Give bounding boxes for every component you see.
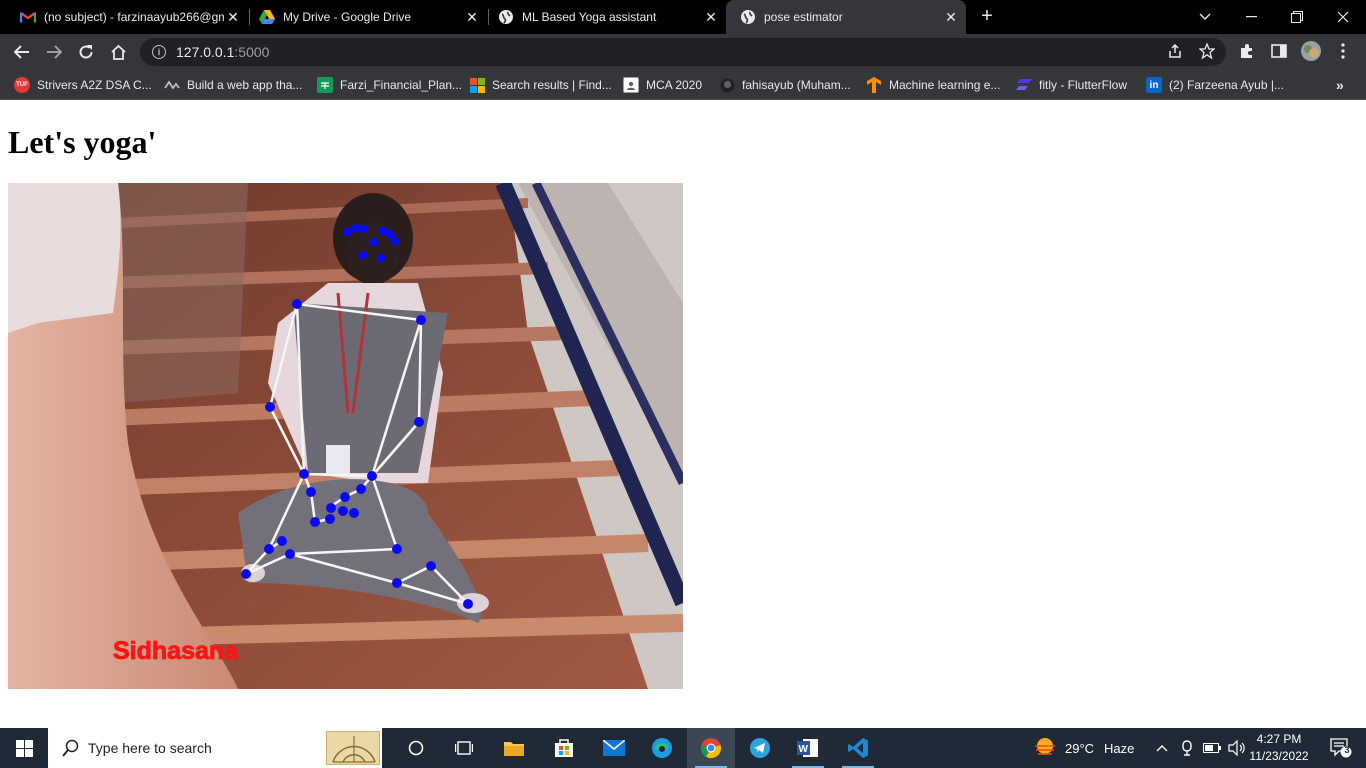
- microsoft-icon: [469, 77, 485, 93]
- meet-now-icon[interactable]: [1181, 728, 1195, 768]
- forward-button[interactable]: [42, 40, 66, 64]
- bookmark-label: fitly - FlutterFlow: [1039, 78, 1128, 92]
- bookmark-label: (2) Farzeena Ayub |...: [1169, 78, 1284, 92]
- extensions-icon[interactable]: [1236, 40, 1258, 62]
- search-placeholder: Type here to search: [88, 740, 212, 756]
- site-info-icon[interactable]: i: [152, 45, 166, 59]
- svg-text:W: W: [799, 744, 809, 755]
- notification-count-badge: 3: [1344, 745, 1350, 755]
- taskbar-search-box[interactable]: Type here to search: [48, 728, 382, 768]
- minimize-button[interactable]: [1228, 0, 1274, 34]
- tab-title: (no subject) - farzinaayub266@gma: [44, 10, 224, 24]
- close-tab-icon[interactable]: ✕: [463, 8, 481, 26]
- weather-condition: Haze: [1104, 740, 1135, 756]
- battery-icon[interactable]: [1203, 728, 1221, 768]
- search-icon: [62, 739, 80, 757]
- bookmark-financial-plan[interactable]: Farzi_Financial_Plan...: [317, 76, 462, 94]
- home-button[interactable]: [106, 40, 130, 64]
- close-tab-icon[interactable]: ✕: [702, 8, 720, 26]
- tab-gmail[interactable]: (no subject) - farzinaayub266@gma ✕: [6, 0, 248, 34]
- bookmark-label: Build a web app tha...: [187, 78, 303, 92]
- tab-search-chevron-icon[interactable]: [1182, 0, 1228, 34]
- bookmark-label: Search results | Find...: [492, 78, 612, 92]
- tab-title: ML Based Yoga assistant: [522, 10, 657, 24]
- microsoft-store-icon[interactable]: [540, 728, 588, 768]
- menu-kebab-icon[interactable]: [1332, 40, 1354, 62]
- linkedin-icon: in: [1146, 77, 1162, 93]
- restore-button[interactable]: [1274, 0, 1320, 34]
- tab-ml-yoga-assistant[interactable]: ML Based Yoga assistant ✕: [484, 0, 726, 34]
- bookmark-build-web-app[interactable]: Build a web app tha...: [164, 76, 302, 94]
- task-view-icon[interactable]: [440, 728, 488, 768]
- system-clock[interactable]: 4:27 PM 11/23/2022: [1244, 731, 1314, 765]
- reload-button[interactable]: [74, 40, 98, 64]
- address-port: :5000: [234, 44, 270, 60]
- windows-start-icon[interactable]: [0, 728, 48, 768]
- windows-taskbar: Type here to search W 29°C Haze 4:27 PM …: [0, 728, 1366, 768]
- bookmark-machine-learning[interactable]: Machine learning e...: [866, 76, 1000, 94]
- back-button[interactable]: [10, 40, 34, 64]
- weather-temp: 29°C: [1065, 740, 1095, 756]
- search-highlight-icon: [326, 731, 380, 765]
- profile-avatar[interactable]: [1300, 40, 1322, 62]
- bookmark-strivers[interactable]: TUF Strivers A2Z DSA C...: [14, 76, 152, 94]
- page-heading: Let's yoga': [8, 124, 157, 160]
- side-panel-icon[interactable]: [1268, 40, 1290, 62]
- mail-icon[interactable]: [590, 728, 638, 768]
- cortana-icon[interactable]: [392, 728, 440, 768]
- bookmark-linkedin[interactable]: in (2) Farzeena Ayub |...: [1146, 76, 1284, 94]
- globe-icon: [740, 9, 756, 25]
- bookmark-label: Strivers A2Z DSA C...: [37, 78, 152, 92]
- bookmark-search-results[interactable]: Search results | Find...: [469, 76, 612, 94]
- streamlit-icon: [164, 77, 180, 93]
- share-icon[interactable]: [1164, 40, 1186, 62]
- edge-icon[interactable]: [638, 728, 686, 768]
- new-tab-button[interactable]: +: [976, 5, 998, 27]
- address-host: 127.0.0.1: [176, 44, 235, 60]
- bookmark-mca-2020[interactable]: MCA 2020: [623, 76, 702, 94]
- bookmark-github-fahisayub[interactable]: fahisayub (Muham...: [719, 76, 851, 94]
- clock-date: 11/23/2022: [1249, 749, 1309, 763]
- gmail-icon: [20, 9, 36, 25]
- weather-widget[interactable]: 29°C Haze: [1033, 728, 1134, 768]
- browser-toolbar: i 127.0.0.1:5000: [0, 34, 1366, 70]
- tuf-icon: TUF: [14, 77, 30, 93]
- vscode-icon[interactable]: [834, 728, 882, 768]
- bookmark-star-icon[interactable]: [1196, 40, 1218, 62]
- close-tab-icon[interactable]: ✕: [942, 8, 960, 26]
- word-icon[interactable]: W: [784, 728, 832, 768]
- classroom-icon: [623, 77, 639, 93]
- bookmarks-bar: TUF Strivers A2Z DSA C... Build a web ap…: [0, 70, 1366, 100]
- address-bar[interactable]: i 127.0.0.1:5000: [140, 38, 1226, 66]
- tab-strip: (no subject) - farzinaayub266@gma ✕ My D…: [0, 0, 1366, 34]
- close-window-button[interactable]: [1320, 0, 1366, 34]
- globe-icon: [498, 9, 514, 25]
- bookmark-label: Farzi_Financial_Plan...: [340, 78, 463, 92]
- tab-title: My Drive - Google Drive: [283, 10, 412, 24]
- show-hidden-icons-chevron-icon[interactable]: [1156, 728, 1168, 768]
- notifications-icon[interactable]: 3: [1330, 738, 1352, 758]
- bookmark-label: Machine learning e...: [889, 78, 1001, 92]
- webcam-frame: Sidhasana: [8, 183, 683, 689]
- tensorflow-icon: [866, 77, 882, 93]
- telegram-icon[interactable]: [736, 728, 784, 768]
- google-drive-icon: [259, 9, 275, 25]
- flutterflow-icon: [1016, 77, 1032, 93]
- close-tab-icon[interactable]: ✕: [224, 8, 242, 26]
- sheets-icon: [317, 77, 333, 93]
- more-bookmarks-chevron-icon[interactable]: »: [1336, 76, 1344, 94]
- haze-weather-icon: [1035, 738, 1055, 755]
- bookmark-flutterflow[interactable]: fitly - FlutterFlow: [1016, 76, 1127, 94]
- chrome-taskbar-icon[interactable]: [687, 728, 735, 768]
- tab-pose-estimator[interactable]: pose estimator ✕: [726, 0, 966, 34]
- bookmark-label: MCA 2020: [646, 78, 703, 92]
- github-icon: [719, 77, 735, 93]
- file-explorer-icon[interactable]: [490, 728, 538, 768]
- pose-label: Sidhasana: [113, 637, 239, 665]
- tab-google-drive[interactable]: My Drive - Google Drive ✕: [245, 0, 487, 34]
- pose-video-feed: Sidhasana: [8, 183, 683, 689]
- tab-title: pose estimator: [764, 10, 843, 24]
- clock-time: 4:27 PM: [1256, 732, 1302, 746]
- bookmark-label: fahisayub (Muham...: [742, 78, 851, 92]
